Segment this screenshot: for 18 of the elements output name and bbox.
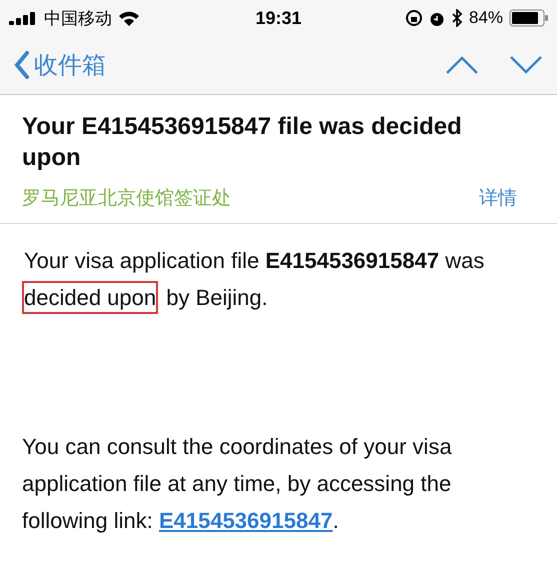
back-button[interactable]: 收件箱 (14, 49, 106, 81)
chevron-left-icon (14, 51, 30, 79)
sender-name: 罗马尼亚北京使馆签证处 (22, 187, 231, 211)
rotation-lock-icon (404, 9, 423, 27)
email-subject: Your E4154536915847 file was decided upon (22, 112, 463, 173)
signal-icon (8, 11, 38, 25)
wifi-icon (118, 10, 140, 26)
file-link[interactable]: E4154536915847 (158, 508, 333, 533)
battery-icon (509, 9, 550, 27)
carrier-name: 中国移动 (44, 8, 112, 30)
previous-message-button[interactable] (445, 55, 479, 75)
next-message-button[interactable] (509, 55, 543, 75)
details-link[interactable]: 详情 (479, 185, 517, 211)
clock-time: 19:31 (255, 8, 302, 28)
battery-percentage: 84% (468, 8, 504, 28)
body-paragraph: You can consult the coordinates of your visa application file at any time, by accessing the following link: E4154536915847. (22, 433, 453, 535)
bluetooth-icon (450, 9, 463, 27)
body-paragraph: Your visa application file E4154536915847 was decided upon by Beijing. (22, 242, 495, 316)
